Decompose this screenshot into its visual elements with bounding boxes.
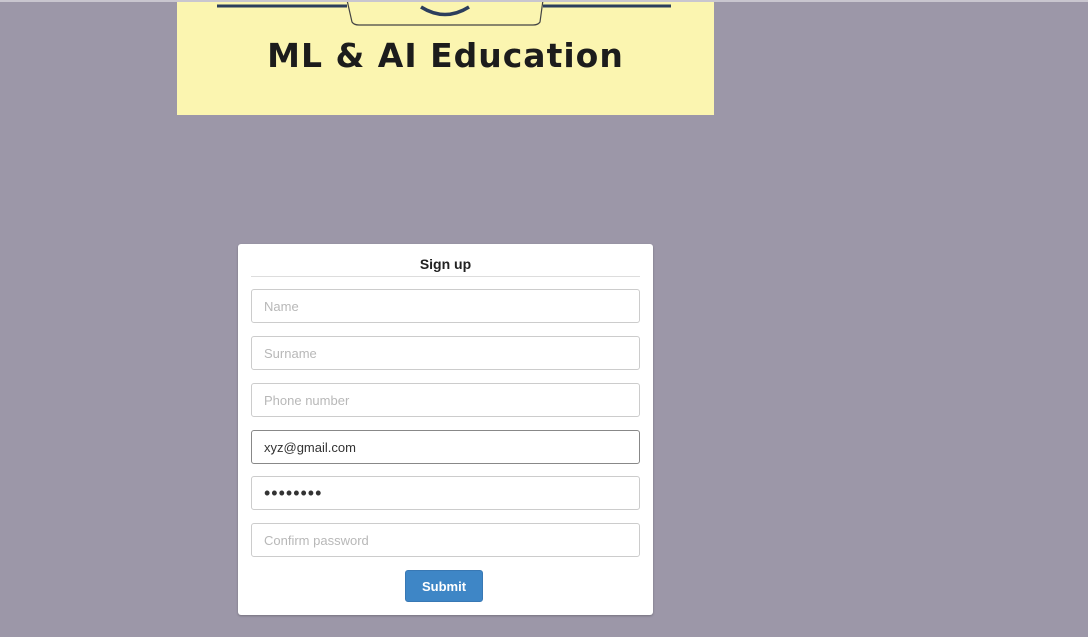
phone-input[interactable] bbox=[251, 383, 640, 417]
signup-form: Sign up Submit bbox=[238, 244, 653, 615]
email-input[interactable] bbox=[251, 430, 640, 464]
banner-title: ML & AI Education bbox=[267, 36, 624, 75]
confirm-password-input[interactable] bbox=[251, 523, 640, 557]
submit-button[interactable]: Submit bbox=[405, 570, 483, 602]
banner-logo: ML & AI Education bbox=[177, 2, 714, 115]
password-input[interactable] bbox=[251, 476, 640, 510]
name-input[interactable] bbox=[251, 289, 640, 323]
surname-input[interactable] bbox=[251, 336, 640, 370]
logo-graphic-icon bbox=[217, 2, 671, 26]
form-title: Sign up bbox=[251, 244, 640, 277]
